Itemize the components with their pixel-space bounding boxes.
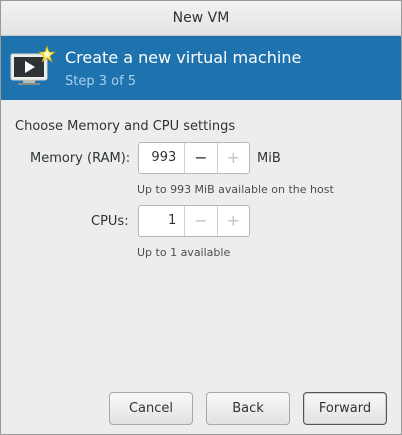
- cpus-spinbutton: 1 − +: [138, 205, 250, 237]
- memory-unit-label: MiB: [257, 151, 281, 166]
- forward-button[interactable]: Forward: [303, 392, 387, 425]
- cpus-hint: Up to 1 available: [137, 246, 231, 259]
- wizard-step-indicator: Step 3 of 5: [65, 74, 137, 89]
- memory-hint: Up to 993 MiB available on the host: [137, 183, 334, 196]
- new-vm-window: New VM Create a new virtual machine Step…: [0, 0, 402, 435]
- memory-value-input[interactable]: 993: [139, 143, 184, 173]
- window-title: New VM: [172, 10, 230, 26]
- wizard-title: Create a new virtual machine: [65, 48, 302, 67]
- back-button[interactable]: Back: [206, 392, 290, 425]
- cancel-button[interactable]: Cancel: [109, 392, 193, 425]
- section-heading: Choose Memory and CPU settings: [15, 119, 236, 134]
- wizard-banner: Create a new virtual machine Step 3 of 5: [1, 36, 401, 100]
- cpus-decrement-button[interactable]: −: [184, 206, 216, 236]
- cpus-increment-button[interactable]: +: [216, 206, 249, 236]
- cpus-value-input[interactable]: 1: [139, 206, 184, 236]
- memory-label: Memory (RAM):: [30, 151, 131, 166]
- vm-wizard-icon: [10, 45, 56, 85]
- title-bar[interactable]: New VM: [1, 1, 401, 36]
- memory-decrement-button[interactable]: −: [184, 143, 216, 173]
- cpus-label: CPUs:: [91, 214, 129, 229]
- memory-increment-button[interactable]: +: [216, 143, 249, 173]
- memory-spinbutton: 993 − +: [138, 142, 250, 174]
